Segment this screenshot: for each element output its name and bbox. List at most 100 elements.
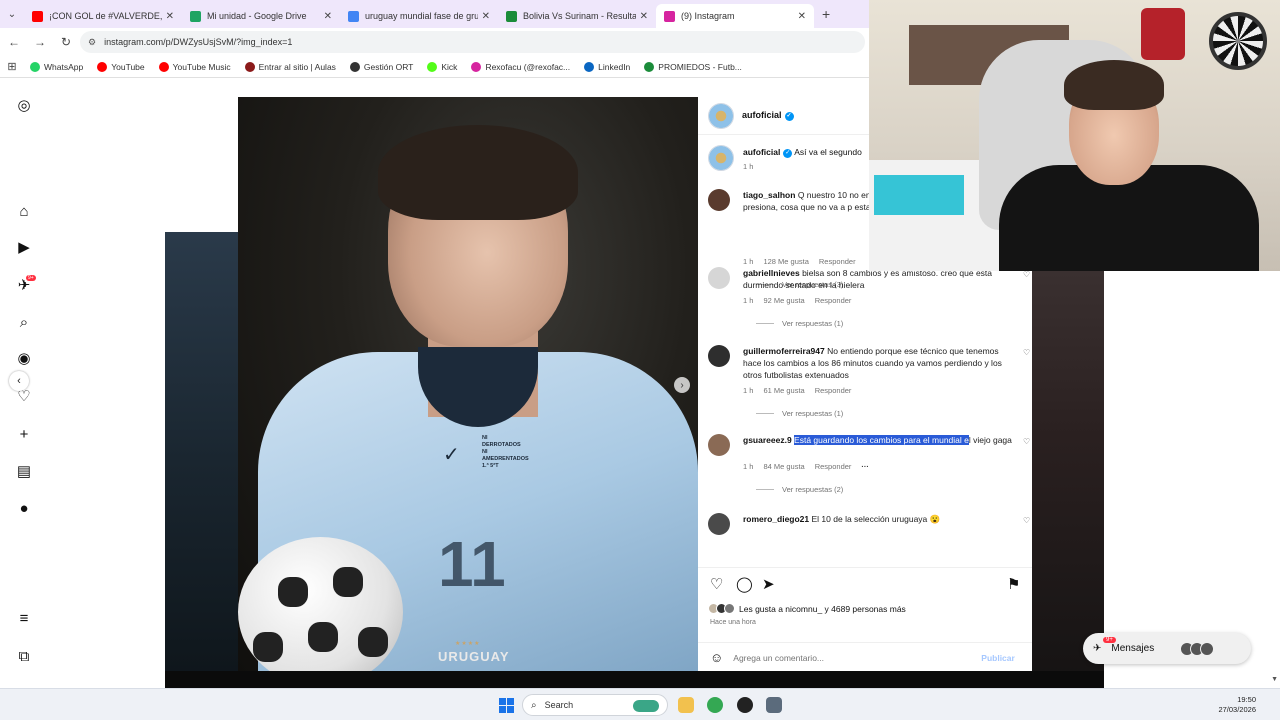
windows-start-icon[interactable]: [499, 698, 514, 713]
obs-icon[interactable]: [737, 697, 753, 713]
forward-button[interactable]: →: [28, 35, 52, 49]
poster: [1141, 8, 1185, 60]
comment-likes[interactable]: 84 Me gusta: [763, 462, 804, 471]
site-info-icon[interactable]: ⚙: [88, 37, 96, 48]
bookmark-favicon-icon: [584, 61, 595, 72]
close-tab-icon[interactable]: ✕: [482, 11, 490, 22]
post-author[interactable]: aufoficial ✓: [742, 110, 794, 121]
browser-tab[interactable]: ¡CON GOL de #VALVERDE, #UR ✕: [24, 4, 182, 28]
taskbar-search[interactable]: ⌕ Search: [522, 694, 668, 716]
comment-username[interactable]: guillermoferreira947: [743, 346, 825, 356]
likes-summary[interactable]: Les gusta a nicomnu_ y 4689 personas más: [708, 603, 906, 614]
reply-button[interactable]: Responder: [815, 296, 852, 305]
explore-icon[interactable]: ◉: [14, 348, 34, 368]
search-icon: ⌕: [531, 699, 537, 711]
browser-tab[interactable]: (9) Instagram ✕: [656, 4, 814, 28]
like-comment-icon[interactable]: ♡: [1023, 437, 1030, 446]
comment-likes[interactable]: 128 Me gusta: [763, 257, 808, 266]
browser-tab[interactable]: uruguay mundial fase de grup ✕: [340, 4, 498, 28]
youtube-icon: [32, 10, 43, 22]
bookmark-item[interactable]: WhatsApp: [30, 61, 84, 72]
bookmark-item[interactable]: YouTube Music: [158, 61, 231, 72]
search-icon[interactable]: ⌕: [14, 312, 34, 332]
apps-grid-icon[interactable]: ⊞: [0, 60, 24, 73]
bookmark-item[interactable]: Kick: [427, 61, 457, 72]
close-tab-icon[interactable]: ✕: [324, 11, 332, 22]
more-menu-icon[interactable]: ≡: [14, 608, 34, 628]
system-clock[interactable]: 19:50 27/03/2026: [1218, 695, 1256, 715]
caption-avatar[interactable]: [708, 145, 734, 171]
reply-button[interactable]: Responder: [815, 386, 852, 395]
comment-avatar[interactable]: [708, 189, 730, 211]
like-icon[interactable]: ♡: [710, 575, 723, 593]
create-plus-icon[interactable]: +: [14, 424, 34, 444]
comment-username[interactable]: gabriellnieves: [743, 268, 800, 278]
comment-username[interactable]: gsuareeez.9: [743, 435, 792, 445]
comment-item: gabriellnieves bielsa son 8 cambios y es…: [708, 267, 1032, 337]
previous-post-button[interactable]: ‹: [9, 371, 29, 391]
close-tab-icon[interactable]: ✕: [166, 11, 174, 22]
next-image-button[interactable]: ›: [674, 377, 690, 393]
bookmark-favicon-icon: [349, 61, 360, 72]
bookmark-item[interactable]: Rexofacu (@rexofac...: [471, 61, 570, 72]
bookmark-label: WhatsApp: [44, 61, 84, 72]
bookmarks-bar: ⊞ WhatsApp YouTube YouTube Music Entrar al …: [0, 56, 869, 78]
profile-avatar-icon[interactable]: ●: [14, 498, 34, 518]
reply-button[interactable]: Responder: [815, 462, 852, 471]
share-icon[interactable]: ➤: [762, 575, 775, 593]
like-comment-icon[interactable]: ♡: [1023, 516, 1030, 525]
instagram-logo-icon[interactable]: ◎: [14, 95, 34, 115]
dashboard-icon[interactable]: ▤: [14, 461, 34, 481]
browser-tab[interactable]: Bolivia Vs Surinam - Resultado ✕: [498, 4, 656, 28]
post-photo: ✓ NI DERROTADOS NI AMEDRENTADOS 1.ª 5ªT …: [238, 97, 698, 672]
close-tab-icon[interactable]: ✕: [640, 11, 648, 22]
calculator-icon[interactable]: [766, 697, 782, 713]
caption-text-row: aufoficial ✓ Así va el segundo: [743, 147, 862, 158]
comment-avatar[interactable]: [708, 267, 730, 289]
close-tab-icon[interactable]: ✕: [798, 11, 806, 22]
like-comment-icon[interactable]: ♡: [1023, 270, 1030, 279]
home-icon[interactable]: ⌂: [14, 201, 34, 221]
tab-search-menu[interactable]: ⌄: [0, 0, 24, 28]
auf-avatar[interactable]: [708, 102, 734, 129]
bookmark-item[interactable]: PROMIEDOS - Futb...: [644, 61, 742, 72]
bookmark-item[interactable]: LinkedIn: [584, 61, 630, 72]
like-comment-icon[interactable]: ♡: [1023, 348, 1030, 357]
drive-icon: [190, 10, 201, 22]
browser-tab[interactable]: Mi unidad - Google Drive ✕: [182, 4, 340, 28]
also-from-meta-icon[interactable]: ⧉: [14, 646, 34, 666]
file-explorer-icon[interactable]: [678, 697, 694, 713]
uruguay-wordmark: URUGUAY: [438, 649, 510, 664]
comment-username[interactable]: tiago_salhon: [743, 190, 795, 200]
comment-avatar[interactable]: [708, 345, 730, 367]
view-replies[interactable]: Ver respuestas (1): [756, 319, 843, 328]
caption-username[interactable]: aufoficial: [743, 147, 780, 157]
comment-icon[interactable]: ◯: [736, 575, 753, 593]
publish-button[interactable]: Publicar: [981, 653, 1015, 663]
view-replies[interactable]: Ver respuestas (2): [756, 485, 843, 494]
scroll-down-arrow-icon[interactable]: ▼: [1271, 676, 1278, 683]
dartboard: [1209, 12, 1267, 70]
comment-input[interactable]: [733, 652, 974, 663]
comment-avatar[interactable]: [708, 434, 730, 456]
messages-pill[interactable]: ✈ 9+ Mensajes: [1083, 633, 1251, 664]
emoji-icon[interactable]: ☺: [710, 650, 723, 665]
reply-button[interactable]: Responder: [819, 257, 856, 266]
comment-username[interactable]: romero_diego21: [743, 514, 809, 524]
bookmark-item[interactable]: YouTube: [97, 61, 145, 72]
back-button[interactable]: ←: [2, 35, 26, 49]
new-tab-button[interactable]: +: [822, 6, 830, 22]
address-bar[interactable]: ⚙ instagram.com/p/DWZysUsjSvM/?img_index…: [80, 31, 865, 53]
bookmark-label: Gestión ORT: [363, 61, 414, 72]
comment-avatar[interactable]: [708, 513, 730, 535]
bookmark-item[interactable]: Gestión ORT: [349, 61, 414, 72]
save-bookmark-icon[interactable]: ⚑: [1007, 575, 1020, 593]
comment-likes[interactable]: 61 Me gusta: [763, 386, 804, 395]
bookmark-item[interactable]: Entrar al sitio | Aulas: [244, 61, 336, 72]
view-replies[interactable]: Ver respuestas (1): [756, 409, 843, 418]
comment-options-button[interactable]: ···: [861, 462, 869, 471]
comment-likes[interactable]: 92 Me gusta: [763, 296, 804, 305]
reels-icon[interactable]: ▶: [14, 237, 34, 257]
reload-button[interactable]: ↻: [54, 35, 78, 49]
chrome-icon[interactable]: [707, 697, 723, 713]
